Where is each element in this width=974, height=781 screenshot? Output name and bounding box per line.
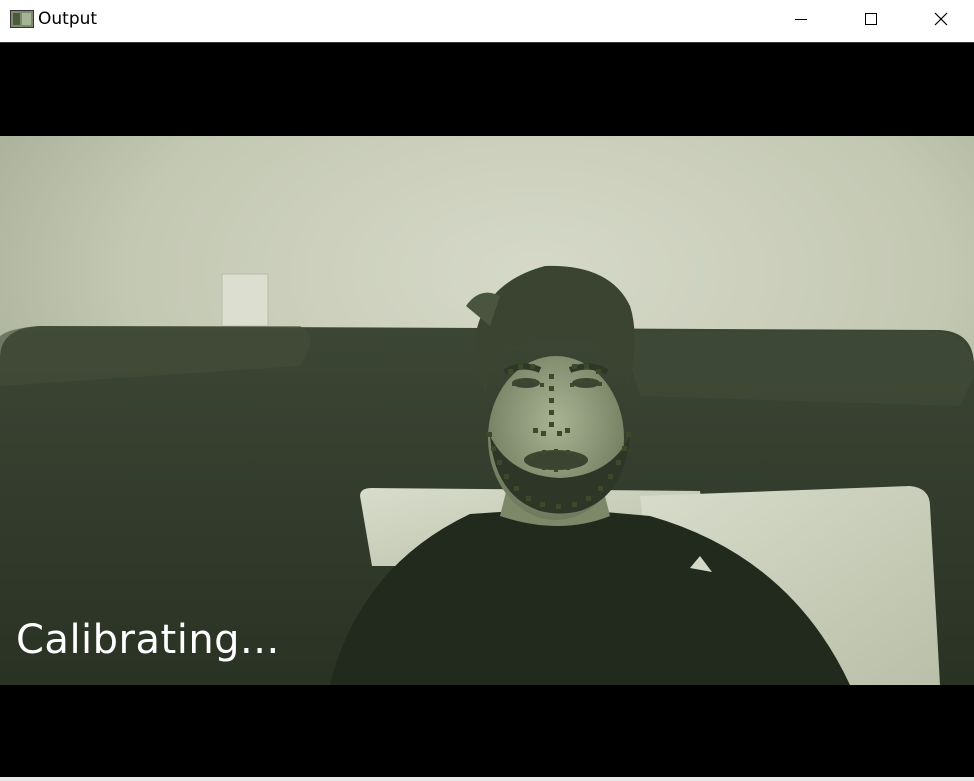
maximize-icon [865, 13, 877, 25]
window-bottom-border [0, 777, 974, 781]
close-button[interactable] [906, 0, 974, 38]
camera-feed [0, 136, 974, 685]
title-bar[interactable]: Output [0, 0, 974, 38]
close-icon [934, 12, 948, 26]
minimize-icon [795, 19, 807, 20]
app-window-icon [10, 10, 34, 28]
minimize-button[interactable] [766, 0, 836, 38]
maximize-button[interactable] [836, 0, 906, 38]
camera-frame-image [0, 136, 974, 685]
window-title: Output [38, 9, 98, 29]
calibration-status-text: Calibrating... [16, 617, 280, 663]
